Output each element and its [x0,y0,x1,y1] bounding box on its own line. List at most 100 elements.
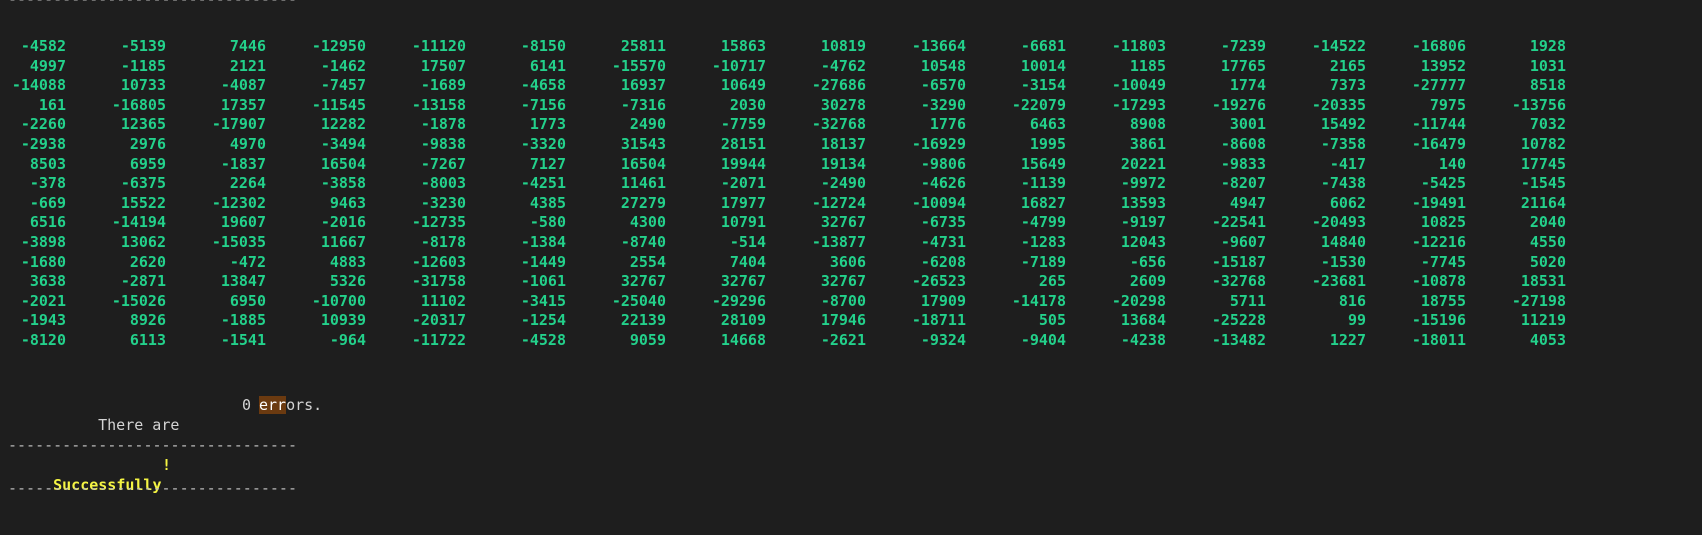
matrix-cell: -1545 [1520,174,1566,193]
matrix-cell: -32768 [811,115,866,134]
matrix-cell: -6681 [1020,37,1066,55]
matrix-cell: 6463 [1029,115,1066,134]
search-highlight: err [259,396,287,414]
matrix-cell: -16805 [111,95,166,114]
matrix-cell: 17745 [1520,154,1566,173]
matrix-cell: 15522 [120,193,166,212]
matrix-cell: -4528 [520,330,566,349]
matrix-cell: -8740 [620,232,666,251]
matrix-cell: -9197 [1120,213,1166,232]
matrix-cell: 6113 [129,330,166,349]
matrix-cell: -19276 [1211,95,1266,114]
summary-prefix: There are [98,416,180,434]
matrix-cell: -20317 [411,311,466,330]
matrix-cell: -26523 [911,272,966,291]
matrix-cell: -13158 [411,95,466,114]
matrix-cell: 6516 [29,213,66,232]
matrix-cell: 7404 [729,252,766,271]
matrix-cell: 8908 [1129,115,1166,134]
matrix-cell: -10717 [711,56,766,75]
matrix-cell: 2620 [129,252,166,271]
success-exclamation: ! [162,456,172,474]
matrix-cell: -1689 [420,76,466,95]
matrix-cell: -8178 [420,232,466,251]
matrix-cell: -1943 [20,311,66,330]
matrix-cell: -472 [229,252,266,271]
matrix-cell: -7267 [420,154,466,173]
matrix-cell: 9059 [629,330,666,349]
terminal-output: -------------------------------- -4582 -5… [0,0,1702,497]
matrix-cell: -12735 [411,213,466,232]
matrix-cell: -3494 [320,134,366,153]
matrix-cell: -27777 [1411,76,1466,95]
matrix-cell: 5020 [1529,252,1566,271]
matrix-cell: -15196 [1411,311,1466,330]
matrix-cell: 15863 [720,37,766,55]
matrix-cell: 11219 [1520,311,1566,330]
matrix-cell: 6959 [129,154,166,173]
matrix-cell: 16937 [620,76,666,95]
matrix-cell: 140 [1438,154,1466,173]
matrix-cell: 265 [1038,272,1066,291]
matrix-cell: 1995 [1029,134,1066,153]
matrix-cell: 8926 [129,311,166,330]
error-count: 0 [242,396,252,414]
matrix-cell: -25228 [1211,311,1266,330]
matrix-cell: 14668 [720,330,766,349]
matrix-cell: -2621 [820,330,866,349]
matrix-cell: 18137 [820,134,866,153]
matrix-cell: 17977 [720,193,766,212]
matrix-cell: -12302 [211,193,266,212]
matrix-cell: 21164 [1520,193,1566,212]
matrix-cell: 11102 [420,291,466,310]
matrix-cell: -9806 [920,154,966,173]
matrix-cell: 5711 [1229,291,1266,310]
matrix-cell: -14194 [111,213,166,232]
matrix-cell: 18531 [1520,272,1566,291]
matrix-cell: -17293 [1111,95,1166,114]
matrix-cell: 2554 [629,252,666,271]
matrix-cell: 7127 [529,154,566,173]
matrix-row: 6516 -14194 19607 -2016 -12735 -580 4300 10791 3… [0,213,1702,233]
matrix-cell: 19607 [220,213,266,232]
matrix-row: 4997 -1185 2121 -1462 17507 6141 -15570 -10717 -… [0,57,1702,77]
matrix-cell: 15649 [1020,154,1066,173]
matrix-cell: 1227 [1329,330,1366,349]
matrix-cell: -10049 [1111,76,1166,95]
matrix-cell: -12216 [1411,232,1466,251]
matrix-cell: -2871 [120,272,166,291]
matrix-cell: -3230 [420,193,466,212]
matrix-cell: -669 [29,193,66,212]
matrix-cell: -15026 [111,291,166,310]
matrix-cell: 99 [1347,311,1366,330]
matrix-cell: 17507 [420,56,466,75]
matrix-cell: -8608 [1220,134,1266,153]
matrix-cell: -9833 [1220,154,1266,173]
matrix-cell: -2016 [320,213,366,232]
matrix-cell: -417 [1329,154,1366,173]
matrix-cell: 32767 [820,213,866,232]
matrix-cell: -10700 [311,291,366,310]
matrix-cell: -2938 [20,134,66,153]
matrix-cell: 2165 [1329,56,1366,75]
matrix-cell: 13847 [220,272,266,291]
matrix-cell: -4238 [1120,330,1166,349]
matrix-cell: 22139 [620,311,666,330]
matrix-cell: 10939 [320,311,366,330]
matrix-row: -8120 6113 -1541 -964 -11722 -4528 9059 14668 -2… [0,331,1702,351]
matrix-cell: 4300 [629,213,666,232]
matrix-cell: -4731 [920,232,966,251]
matrix-cell: -10878 [1411,272,1466,291]
matrix-cell: -1878 [420,115,466,134]
matrix-cell: 12365 [120,115,166,134]
matrix-cell: -16929 [911,134,966,153]
matrix-cell: -8150 [520,37,566,55]
matrix-cell: -5139 [120,37,166,55]
matrix-row: -14088 10733 -4087 -7457 -1689 -4658 16937 1064… [0,76,1702,96]
matrix-cell: -3415 [520,291,566,310]
matrix-cell: -4582 [20,37,66,55]
matrix-cell: -11803 [1111,37,1166,55]
matrix-cell: 11461 [620,174,666,193]
matrix-cell: -12950 [311,37,366,55]
matrix-cell: -964 [329,330,366,349]
